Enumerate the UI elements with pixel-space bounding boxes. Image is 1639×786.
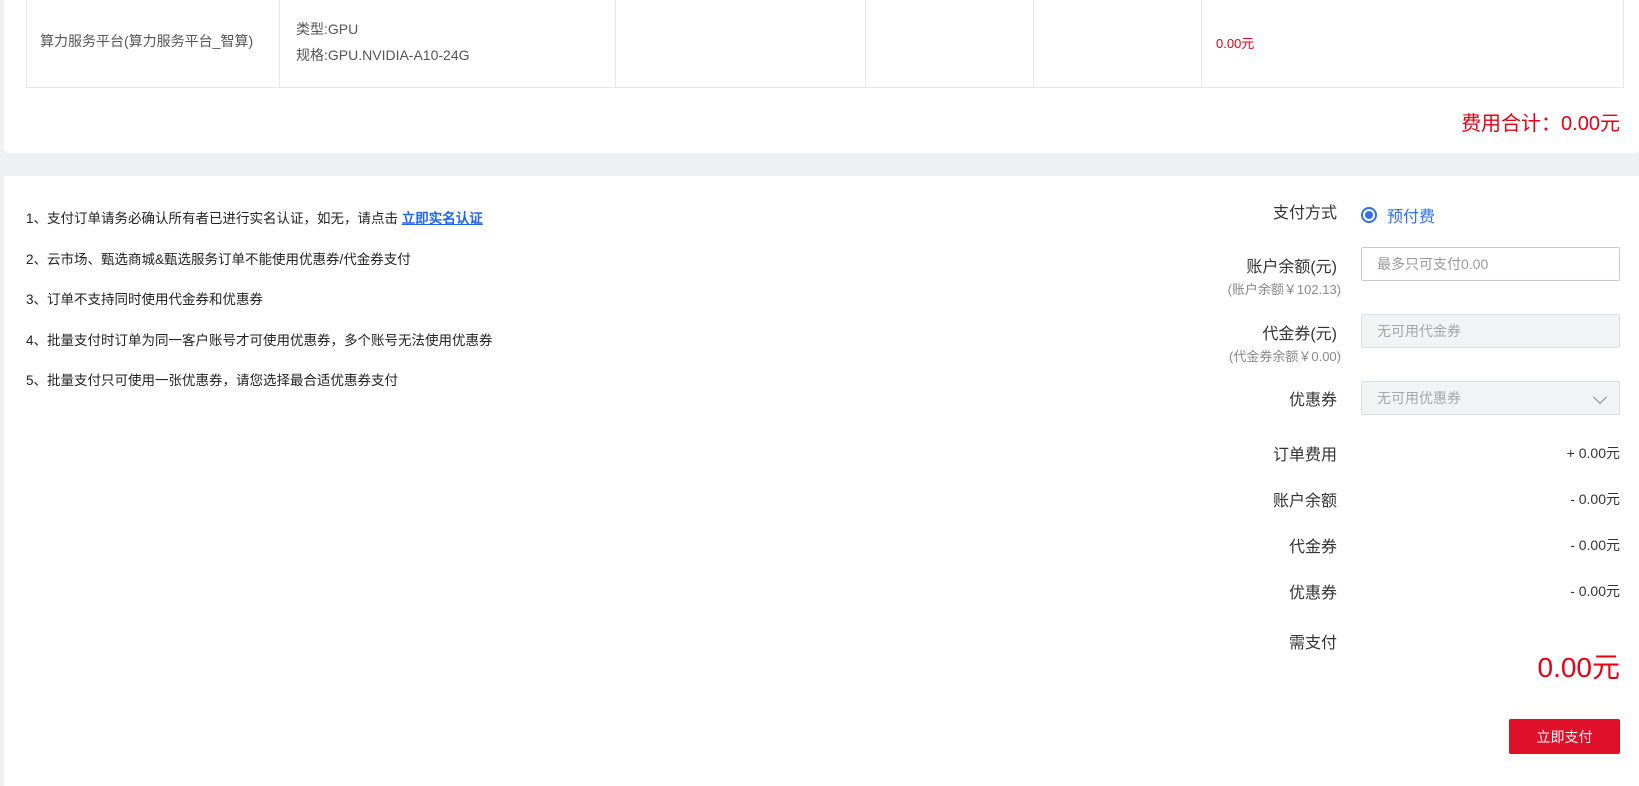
note-3: 3、订单不支持同时使用代金券和优惠券 [26, 292, 264, 307]
balance-input[interactable] [1361, 247, 1620, 281]
spec-model: 规格:GPU.NVIDIA-A10-24G [296, 47, 470, 63]
balance-label: 账户余额(元) [1246, 259, 1337, 276]
order-fee-label: 订单费用 [1272, 447, 1337, 464]
total-cost: 费用合计：0.00元 [1461, 113, 1620, 135]
product-name: 算力服务平台(算力服务平台_智算) [40, 33, 254, 49]
order-summary-panel: 算力服务平台(算力服务平台_智算) 类型:GPU 规格:GPU.NVIDIA-A… [4, 0, 1639, 153]
prepaid-radio[interactable]: 预付费 [1361, 203, 1435, 227]
balance-sub: (账户余额￥102.13) [1227, 282, 1341, 297]
chevron-down-icon [1592, 389, 1608, 405]
summary-balance-label: 账户余额 [1272, 493, 1337, 510]
spec-type: 类型:GPU [296, 21, 359, 37]
summary-voucher-value: - 0.00元 [1570, 537, 1620, 553]
amount-due-label: 需支付 [1288, 635, 1337, 652]
voucher-field: 无可用代金券 [1361, 314, 1620, 348]
summary-voucher-label: 代金券 [1288, 539, 1337, 556]
pay-now-button[interactable]: 立即支付 [1509, 719, 1620, 754]
voucher-label: 代金券(元) [1262, 326, 1337, 343]
order-table: 算力服务平台(算力服务平台_智算) 类型:GPU 规格:GPU.NVIDIA-A… [26, 0, 1624, 88]
note-1: 1、支付订单请务必确认所有者已进行实名认证，如无，请点击 立即实名认证 [26, 209, 493, 250]
payment-notes: 1、支付订单请务必确认所有者已进行实名认证，如无，请点击 立即实名认证 2、云市… [26, 209, 493, 412]
table-cell-price: 0.00元 [1202, 0, 1624, 87]
table-cell-product: 算力服务平台(算力服务平台_智算) [27, 0, 280, 87]
coupon-select-value: 无可用优惠券 [1377, 390, 1461, 406]
radio-selected-icon[interactable] [1361, 207, 1377, 223]
table-cell-empty-2 [866, 0, 1034, 87]
prepaid-radio-label[interactable]: 预付费 [1387, 203, 1435, 227]
summary-coupon-label: 优惠券 [1288, 585, 1337, 602]
note-5: 5、批量支付只可使用一张优惠券，请您选择最合适优惠券支付 [26, 373, 399, 388]
summary-coupon-value: - 0.00元 [1570, 583, 1620, 599]
table-cell-spec: 类型:GPU 规格:GPU.NVIDIA-A10-24G [280, 0, 616, 87]
coupon-select: 无可用优惠券 [1361, 381, 1620, 415]
row-price: 0.00元 [1216, 36, 1255, 51]
coupon-label: 优惠券 [1288, 392, 1337, 409]
note-1-text: 1、支付订单请务必确认所有者已进行实名认证，如无，请点击 [26, 211, 402, 226]
payment-method-label: 支付方式 [1272, 205, 1337, 222]
amount-due-value: 0.00元 [1537, 652, 1621, 683]
payment-panel: 1、支付订单请务必确认所有者已进行实名认证，如无，请点击 立即实名认证 2、云市… [4, 176, 1639, 786]
note-2: 2、云市场、甄选商城&甄选服务订单不能使用优惠券/代金券支付 [26, 251, 411, 267]
verify-identity-link[interactable]: 立即实名认证 [402, 211, 483, 226]
summary-balance-value: - 0.00元 [1570, 491, 1620, 507]
order-fee-value: + 0.00元 [1566, 445, 1620, 461]
note-4: 4、批量支付时订单为同一客户账号才可使用优惠券，多个账号无法使用优惠券 [26, 332, 493, 348]
table-cell-empty-1 [616, 0, 866, 87]
table-cell-empty-3 [1034, 0, 1202, 87]
voucher-sub: (代金券余额￥0.00) [1229, 349, 1341, 364]
